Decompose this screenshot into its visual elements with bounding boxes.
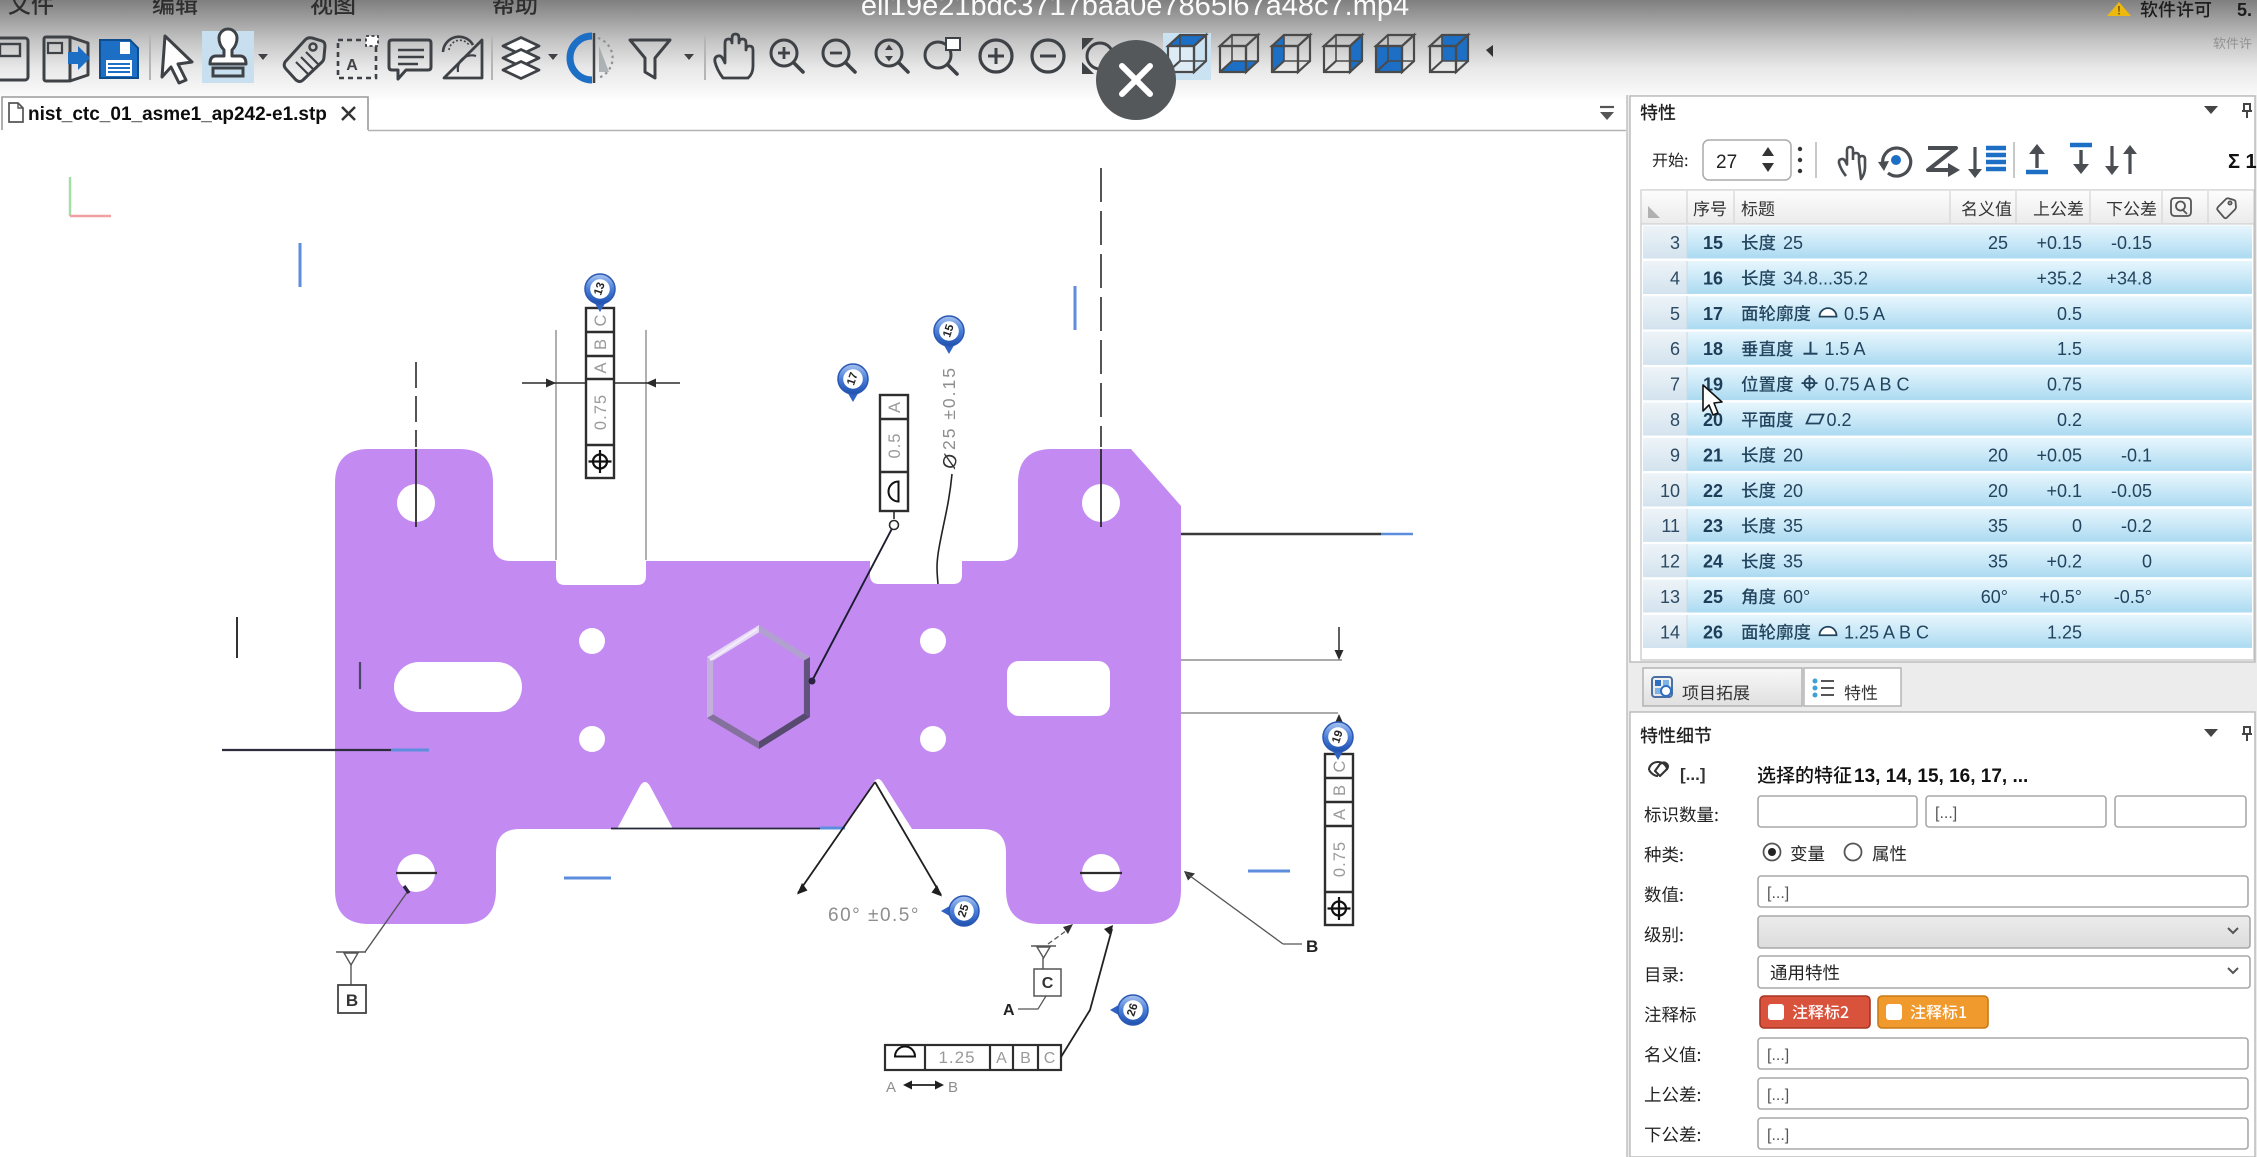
svg-text:35: 35: [1783, 552, 1803, 572]
svg-text:[...]: [...]: [1767, 885, 1789, 902]
svg-text:0.2: 0.2: [2057, 410, 2082, 430]
svg-text:27: 27: [1716, 152, 1737, 173]
svg-text:+0.2: +0.2: [2046, 552, 2082, 572]
svg-text:22: 22: [1703, 481, 1723, 501]
svg-text:-0.1: -0.1: [2121, 445, 2152, 465]
svg-text:8: 8: [1670, 410, 1680, 430]
svg-text:1.25 A B C: 1.25 A B C: [1844, 622, 1929, 642]
svg-text:21: 21: [1703, 445, 1723, 465]
svg-text:15: 15: [1703, 233, 1723, 253]
svg-text:4: 4: [1670, 268, 1680, 288]
svg-text:0.75: 0.75: [2047, 375, 2082, 395]
svg-text:0.5 A: 0.5 A: [1844, 304, 1885, 324]
svg-text:+0.15: +0.15: [2036, 233, 2082, 253]
svg-text:+0.5°: +0.5°: [2039, 587, 2082, 607]
svg-text:A: A: [592, 361, 610, 373]
svg-text:14: 14: [1660, 622, 1680, 642]
svg-text:B: B: [1331, 784, 1349, 796]
svg-text:-0.2: -0.2: [2121, 516, 2152, 536]
svg-text:25 ±0.15: 25 ±0.15: [939, 366, 959, 450]
svg-text:[...]: [...]: [1767, 1087, 1789, 1104]
svg-text:B: B: [948, 1079, 958, 1096]
svg-text:9: 9: [1670, 445, 1680, 465]
svg-text:[...]: [...]: [1767, 1047, 1789, 1064]
svg-text:A: A: [1331, 808, 1349, 820]
svg-text:!: !: [2117, 4, 2121, 18]
svg-text:+0.1: +0.1: [2046, 481, 2082, 501]
svg-text:[...]: [...]: [1680, 765, 1706, 784]
svg-text:B: B: [346, 991, 358, 1010]
svg-text:0.5: 0.5: [2057, 304, 2082, 324]
svg-text:13: 13: [1660, 587, 1680, 607]
svg-text:23: 23: [1703, 516, 1723, 536]
svg-text:60°: 60°: [1981, 587, 2008, 607]
svg-text:B: B: [1306, 937, 1318, 956]
svg-text:-0.5°: -0.5°: [2114, 587, 2152, 607]
svg-text:A: A: [886, 401, 904, 413]
svg-text:11: 11: [1661, 516, 1680, 536]
svg-text:0.5: 0.5: [886, 433, 904, 459]
svg-text:5.: 5.: [2237, 0, 2252, 20]
svg-text:B: B: [1020, 1050, 1031, 1067]
svg-text:20: 20: [1988, 481, 2008, 501]
svg-text:1.25: 1.25: [2047, 622, 2082, 642]
svg-text:12: 12: [1660, 552, 1680, 572]
svg-text:35: 35: [1988, 552, 2008, 572]
svg-text:-0.15: -0.15: [2111, 233, 2152, 253]
svg-text:eli19e21bdc3717baa0e7865l67a48: eli19e21bdc3717baa0e7865l67a48c7.mp4: [861, 0, 1409, 22]
svg-text:25: 25: [1703, 587, 1723, 607]
svg-text:3: 3: [1670, 233, 1680, 253]
svg-text:C: C: [1331, 760, 1349, 773]
svg-text:35: 35: [1988, 516, 2008, 536]
svg-text:0: 0: [2142, 552, 2152, 572]
svg-text:A: A: [886, 1079, 896, 1096]
svg-text:18: 18: [1703, 339, 1723, 359]
svg-text:60°: 60°: [1783, 587, 1810, 607]
svg-text:16: 16: [1703, 268, 1723, 288]
svg-text:25: 25: [1988, 233, 2008, 253]
svg-text:Σ 1: Σ 1: [2228, 151, 2257, 173]
svg-text:-0.05: -0.05: [2111, 481, 2152, 501]
svg-text:0.75 A B C: 0.75 A B C: [1825, 375, 1910, 395]
svg-text:C: C: [1042, 975, 1054, 992]
svg-text:35: 35: [1783, 516, 1803, 536]
svg-text:0.75: 0.75: [592, 394, 610, 430]
svg-text:60° ±0.5°: 60° ±0.5°: [828, 905, 920, 926]
svg-text:7: 7: [1670, 375, 1680, 395]
svg-text:13, 14, 15, 16, 17, ...: 13, 14, 15, 16, 17, ...: [1854, 766, 2028, 787]
svg-text:+0.05: +0.05: [2036, 445, 2082, 465]
svg-text:1.25: 1.25: [938, 1048, 975, 1067]
svg-text:C: C: [592, 314, 610, 327]
svg-text:0.2: 0.2: [1827, 410, 1852, 430]
svg-text:A: A: [996, 1050, 1007, 1067]
svg-text:+35.2: +35.2: [2036, 268, 2082, 288]
svg-text:1.5 A: 1.5 A: [1825, 339, 1866, 359]
svg-text:25: 25: [1783, 233, 1803, 253]
svg-text:C: C: [1044, 1050, 1056, 1067]
svg-text:17: 17: [1703, 304, 1723, 324]
svg-text:A: A: [1003, 1002, 1015, 1019]
svg-text:26: 26: [1703, 622, 1723, 642]
svg-text:[...]: [...]: [1767, 1127, 1789, 1144]
svg-text:20: 20: [1988, 445, 2008, 465]
svg-text:0.75: 0.75: [1331, 841, 1349, 877]
svg-text:6: 6: [1670, 339, 1680, 359]
svg-text:10: 10: [1660, 481, 1680, 501]
svg-text:20: 20: [1783, 445, 1803, 465]
svg-text:nist_ctc_01_asme1_ap242-e1.stp: nist_ctc_01_asme1_ap242-e1.stp: [28, 104, 327, 125]
svg-text:+34.8: +34.8: [2106, 268, 2152, 288]
svg-text:B: B: [592, 338, 610, 350]
svg-text:1.5: 1.5: [2057, 339, 2082, 359]
svg-text:24: 24: [1703, 552, 1723, 572]
svg-text:20: 20: [1783, 481, 1803, 501]
svg-text:5: 5: [1670, 304, 1680, 324]
svg-text:A: A: [346, 57, 358, 74]
svg-text:[...]: [...]: [1935, 805, 1957, 822]
svg-text:34.8...35.2: 34.8...35.2: [1783, 268, 1868, 288]
svg-text:0: 0: [2072, 516, 2082, 536]
